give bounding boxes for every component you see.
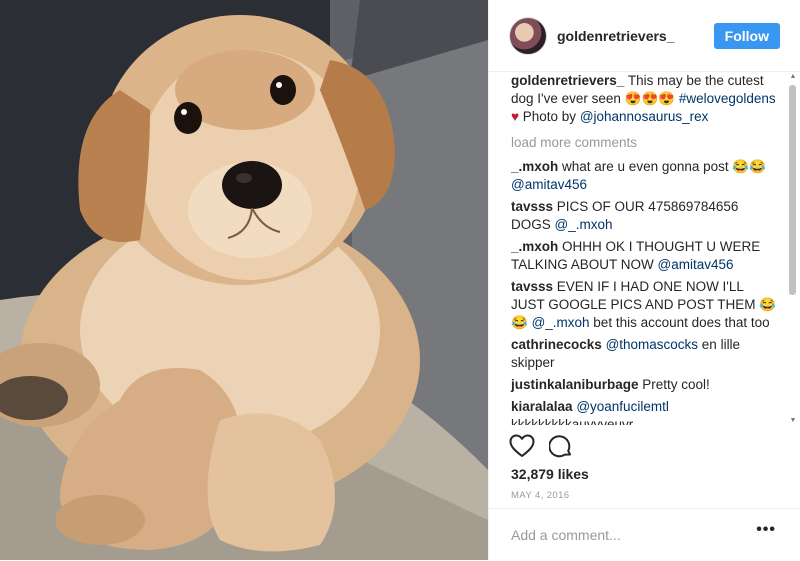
- comment-username[interactable]: tavsss: [511, 279, 553, 294]
- scrollbar-thumb[interactable]: [789, 85, 796, 295]
- comment-mention[interactable]: @amitav456: [511, 177, 587, 192]
- comment: kiaralalaa @yoanfucilemtl kkkkkkkkkauyyy…: [511, 398, 777, 425]
- comment: _.mxoh OHHH OK I THOUGHT U WERE TALKING …: [511, 238, 777, 274]
- post-photo[interactable]: [0, 0, 488, 560]
- comment: tavsss PICS OF OUR 475869784656 DOGS @_.…: [511, 198, 777, 234]
- comment-text-after: kkkkkkkkkauyyyeuyr: [511, 417, 634, 425]
- comment: tavsss EVEN IF I HAD ONE NOW I'LL JUST G…: [511, 278, 777, 332]
- caption: goldenretrievers_ This may be the cutest…: [511, 73, 777, 126]
- comment-mention[interactable]: @amitav456: [658, 257, 734, 272]
- caption-hashtag[interactable]: #welovegoldens: [679, 91, 776, 106]
- post-actions: [509, 434, 573, 458]
- speech-bubble-icon[interactable]: [549, 434, 573, 458]
- comments-list[interactable]: goldenretrievers_ This may be the cutest…: [489, 73, 787, 425]
- comment: cathrinecocks @thomascocks en lille skip…: [511, 336, 777, 372]
- comment-text: what are u even gonna post 😂😂: [558, 159, 767, 174]
- post-date[interactable]: MAY 4, 2016: [511, 490, 569, 501]
- comment-text-after: bet this account does that too: [589, 315, 770, 330]
- scroll-up-arrow-icon[interactable]: ▲: [789, 73, 797, 81]
- comment-username[interactable]: _.mxoh: [511, 239, 558, 254]
- comment-mention[interactable]: @_.mxoh: [532, 315, 590, 330]
- puppy-illustration: [0, 0, 488, 560]
- profile-avatar[interactable]: [509, 16, 547, 55]
- comment-username[interactable]: kiaralalaa: [511, 399, 573, 414]
- load-more-comments-link[interactable]: load more comments: [511, 134, 777, 152]
- post-header: goldenretrievers_ Follow: [489, 0, 800, 72]
- comment: _.mxoh what are u even gonna post 😂😂 @am…: [511, 158, 777, 194]
- heart-outline-icon[interactable]: [509, 434, 535, 458]
- comment: justinkalaniburbage Pretty cool!: [511, 376, 777, 394]
- add-comment-input[interactable]: Add a comment...: [511, 527, 621, 543]
- follow-button[interactable]: Follow: [713, 22, 780, 49]
- add-comment-bar: Add a comment... •••: [489, 508, 800, 561]
- instagram-post: goldenretrievers_ Follow goldenretriever…: [0, 0, 800, 560]
- comment-username[interactable]: _.mxoh: [511, 159, 558, 174]
- comment-mention[interactable]: @thomascocks: [606, 337, 698, 352]
- comment-username[interactable]: tavsss: [511, 199, 553, 214]
- likes-count[interactable]: 32,879 likes: [511, 466, 589, 482]
- comment-text: Pretty cool!: [638, 377, 710, 392]
- comment-mention[interactable]: @_.mxoh: [555, 217, 613, 232]
- post-side-panel: goldenretrievers_ Follow goldenretriever…: [488, 0, 800, 560]
- comment-mention[interactable]: @yoanfucilemtl: [576, 399, 669, 414]
- comments-scrollbar[interactable]: ▲ ▼: [788, 73, 798, 425]
- header-username[interactable]: goldenretrievers_: [557, 28, 714, 44]
- more-options-icon[interactable]: •••: [756, 521, 776, 539]
- comment-username[interactable]: cathrinecocks: [511, 337, 602, 352]
- comment-username[interactable]: justinkalaniburbage: [511, 377, 639, 392]
- heart-emoji: ♥: [511, 109, 520, 124]
- caption-photo-by: Photo by: [519, 109, 580, 124]
- scroll-down-arrow-icon[interactable]: ▼: [789, 417, 797, 425]
- caption-photo-credit[interactable]: @johannosaurus_rex: [580, 109, 709, 124]
- caption-username[interactable]: goldenretrievers_: [511, 73, 624, 88]
